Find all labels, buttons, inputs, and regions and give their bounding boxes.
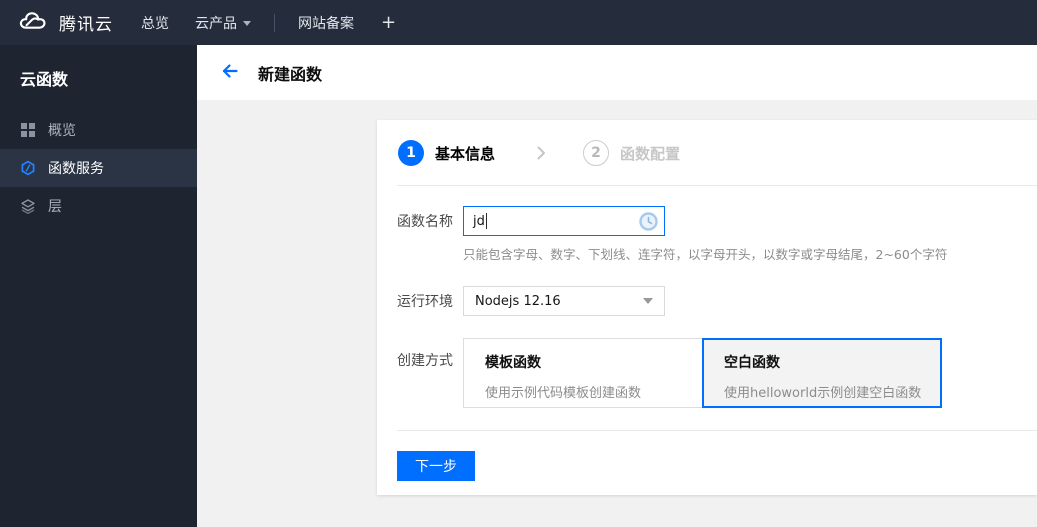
sidebar-item-layers[interactable]: 层 xyxy=(0,187,197,225)
sidebar-item-overview[interactable]: 概览 xyxy=(0,111,197,149)
nav-item-overview-label: 总览 xyxy=(141,15,169,32)
nav-item-icp-label: 网站备案 xyxy=(298,15,354,32)
footer-divider xyxy=(397,430,1037,431)
scf-icon xyxy=(20,160,36,176)
tencent-cloud-logo[interactable]: 腾讯云 xyxy=(0,9,113,36)
sidebar-item-overview-label: 概览 xyxy=(48,123,76,139)
method-card-blank-desc: 使用helloworld示例创建空白函数 xyxy=(724,386,922,401)
nav-item-icp[interactable]: 网站备案 xyxy=(285,0,367,45)
layers-icon xyxy=(20,198,36,214)
nav-item-products-label: 云产品 xyxy=(195,15,237,32)
create-function-card: 1 基本信息 2 函数配置 函数名称 jd 只能包含字母、数字、下划线、连字符，… xyxy=(377,120,1037,495)
method-card-template-desc: 使用示例代码模板创建函数 xyxy=(485,386,642,401)
step-1-label: 基本信息 xyxy=(435,144,496,163)
creation-method-label: 创建方式 xyxy=(397,353,453,369)
sidebar-item-layers-label: 层 xyxy=(48,199,62,215)
topbar: 腾讯云 总览 云产品 网站备案 + xyxy=(0,0,1037,45)
nav-item-products[interactable]: 云产品 xyxy=(182,0,264,45)
clock-icon xyxy=(639,212,658,235)
method-card-template-title: 模板函数 xyxy=(485,355,541,371)
runtime-label: 运行环境 xyxy=(397,294,453,310)
method-card-blank-title: 空白函数 xyxy=(724,355,780,371)
add-tab-button[interactable]: + xyxy=(367,0,410,45)
function-name-hint: 只能包含字母、数字、下划线、连字符，以字母开头，以数字或字母结尾，2~60个字符 xyxy=(463,247,948,262)
section-divider xyxy=(397,185,1037,186)
grid-icon xyxy=(20,122,36,138)
cloud-logo-icon xyxy=(17,9,50,36)
caret-down-icon xyxy=(643,298,653,304)
next-button[interactable]: 下一步 xyxy=(397,451,475,481)
arrow-left-icon xyxy=(221,63,239,83)
nav-item-overview[interactable]: 总览 xyxy=(128,0,182,45)
wizard-steps: 1 基本信息 2 函数配置 xyxy=(377,120,1037,166)
sidebar-item-function-service-label: 函数服务 xyxy=(48,161,104,177)
function-name-input[interactable]: jd xyxy=(463,206,665,236)
nav-divider xyxy=(274,13,275,32)
back-button[interactable] xyxy=(221,63,239,83)
topnav: 总览 云产品 网站备案 + xyxy=(128,0,410,45)
function-name-value: jd xyxy=(473,213,485,229)
step-1-number-badge: 1 xyxy=(398,140,424,166)
chevron-down-icon xyxy=(243,21,251,26)
step-2-label: 函数配置 xyxy=(620,144,681,163)
basic-info-form: 函数名称 jd 只能包含字母、数字、下划线、连字符，以字母开头，以数字或字母结尾… xyxy=(397,206,1037,408)
plus-icon: + xyxy=(381,12,397,33)
runtime-select[interactable]: Nodejs 12.16 xyxy=(463,286,665,316)
method-card-group: 模板函数 使用示例代码模板创建函数 空白函数 使用helloworld示例创建空… xyxy=(463,338,942,408)
runtime-selected-value: Nodejs 12.16 xyxy=(475,293,561,309)
step-chevron-icon xyxy=(536,146,546,160)
sidebar: 云函数 概览 函数服务 层 xyxy=(0,45,197,527)
sidebar-item-function-service[interactable]: 函数服务 xyxy=(0,149,197,187)
brand-name: 腾讯云 xyxy=(59,15,113,35)
page-title: 新建函数 xyxy=(258,64,323,84)
function-name-label: 函数名称 xyxy=(397,214,453,230)
sidebar-title: 云函数 xyxy=(20,70,69,89)
page-header: 新建函数 xyxy=(197,45,1037,100)
content-area: 1 基本信息 2 函数配置 函数名称 jd 只能包含字母、数字、下划线、连字符，… xyxy=(197,100,1037,527)
step-2-number-badge: 2 xyxy=(583,140,610,166)
method-card-template[interactable]: 模板函数 使用示例代码模板创建函数 xyxy=(463,338,703,408)
text-cursor xyxy=(485,213,487,229)
method-card-blank[interactable]: 空白函数 使用helloworld示例创建空白函数 xyxy=(702,338,942,408)
